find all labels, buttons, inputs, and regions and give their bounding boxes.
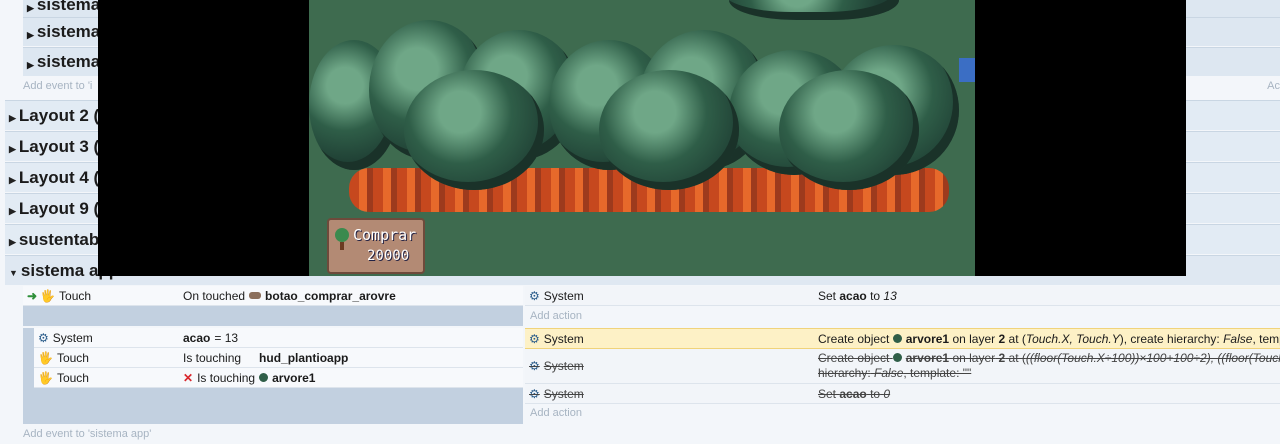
group-label: sistema: [36, 52, 101, 71]
group-label: Layout 4 (: [18, 167, 100, 187]
tree-sprite-icon: [892, 333, 902, 343]
sprite-icon: [249, 292, 262, 299]
condition-text: On touched botao_comprar_arovre: [183, 288, 396, 303]
condition-object: 🖐 Touch: [38, 370, 89, 385]
tree-sprite-icon: [259, 373, 269, 382]
action-row-disabled[interactable]: ⚙ System Set acao to 0: [525, 384, 1280, 404]
group-label: Layout 2 (: [18, 105, 100, 125]
tree-sprite: [729, 0, 899, 20]
group-label: sistema: [36, 0, 101, 14]
tree-icon: [335, 228, 349, 242]
condition-object: ⚙ System: [38, 330, 93, 345]
trigger-arrow-icon: ➜: [27, 288, 38, 303]
condition-object: ➜ 🖐 Touch: [27, 288, 92, 303]
expand-arrow-icon[interactable]: ▶: [27, 3, 34, 14]
collapse-arrow-icon[interactable]: ▼: [9, 268, 18, 278]
action-row-disabled[interactable]: ⚙ System Create object arvore1 on layer …: [525, 349, 1280, 384]
tree-trunk-icon: [340, 242, 344, 250]
action-object: ⚙ System: [529, 331, 584, 346]
group-label: sistema: [36, 22, 101, 41]
condition-text: ✕ Is touching arvore1: [183, 370, 316, 385]
tree-sprite-icon: [892, 353, 902, 362]
condition-text: acao = 13: [183, 330, 239, 345]
add-action-link[interactable]: Add action: [530, 407, 582, 419]
action-row[interactable]: ⚙ System Set acao to 13: [525, 286, 1280, 306]
action-text: Create object arvore1 on layer 2 at (Tou…: [818, 331, 1280, 346]
action-row-selected[interactable]: ⚙ System Create object arvore1 on layer …: [525, 328, 1280, 349]
buy-button[interactable]: Comprar 20000: [327, 218, 425, 274]
expand-arrow-icon[interactable]: ▶: [9, 237, 16, 248]
group-label: Layout 9 (: [18, 198, 100, 218]
expand-arrow-icon[interactable]: ▶: [9, 144, 16, 155]
game-preview-window[interactable]: Comprar 20000: [98, 0, 1186, 276]
gear-icon: ⚙: [38, 330, 49, 345]
expand-arrow-icon[interactable]: ▶: [9, 206, 16, 217]
touch-icon: 🖐: [40, 288, 56, 303]
condition-row[interactable]: 🖐 Touch ✕ Is touching arvore1: [34, 368, 523, 388]
touch-icon: 🖐: [38, 370, 53, 385]
action-text: Set acao to 13: [818, 288, 897, 303]
action-text: Set acao to 0: [818, 386, 891, 401]
gear-icon: ⚙: [529, 331, 540, 346]
condition-row[interactable]: ➜ 🖐 Touch On touched botao_comprar_arovr…: [23, 286, 523, 306]
add-event-link[interactable]: Add event to 'i: [23, 80, 92, 92]
expand-arrow-icon[interactable]: ▶: [27, 60, 34, 71]
water-tile: [959, 58, 975, 82]
expand-arrow-icon[interactable]: ▶: [27, 30, 34, 41]
add-action-link[interactable]: Ac: [1267, 80, 1280, 92]
condition-row[interactable]: ⚙ System acao = 13: [34, 328, 523, 348]
tree-sprite: [599, 70, 739, 190]
group-label: sustentabi: [18, 229, 104, 249]
action-object: ⚙ System: [529, 359, 584, 373]
condition-text: Is touching hud_plantioapp: [183, 350, 349, 365]
group-label: Layout 3 (: [18, 136, 100, 156]
expand-arrow-icon[interactable]: ▶: [9, 113, 16, 124]
touch-icon: 🖐: [38, 350, 53, 365]
gear-icon: ⚙: [529, 288, 540, 303]
tree-sprite: [404, 70, 544, 190]
buy-label: Comprar: [353, 226, 417, 244]
game-viewport[interactable]: Comprar 20000: [309, 0, 975, 276]
gear-icon: ⚙: [529, 386, 540, 401]
condition-object: 🖐 Touch: [38, 350, 89, 365]
action-text: Create object arvore1 on layer 2 at (((f…: [818, 351, 1280, 380]
action-object: ⚙ System: [529, 386, 584, 401]
gear-icon: ⚙: [529, 359, 540, 373]
action-object: ⚙ System: [529, 288, 584, 303]
condition-row[interactable]: 🖐 Touch Is touching hud_plantioapp: [34, 348, 523, 368]
tree-sprite: [779, 70, 919, 190]
add-action-link[interactable]: Add action: [530, 310, 582, 322]
buy-price: 20000: [367, 248, 410, 264]
invert-icon: ✕: [183, 370, 194, 385]
add-event-link[interactable]: Add event to 'sistema app': [23, 428, 151, 440]
expand-arrow-icon[interactable]: ▶: [9, 175, 16, 186]
